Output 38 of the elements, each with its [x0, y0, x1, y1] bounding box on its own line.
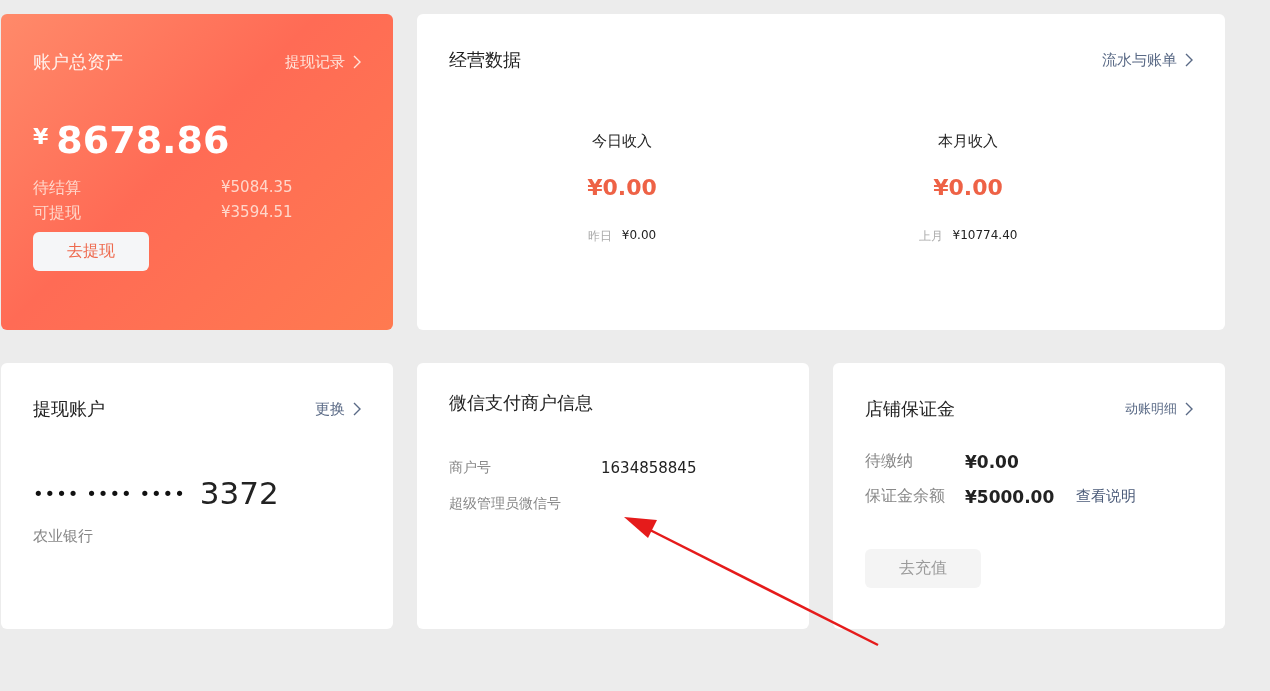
transactions-link[interactable]: 动账明细: [1125, 400, 1193, 418]
withdraw-button[interactable]: 去提现: [33, 232, 149, 271]
chevron-icon: [1185, 402, 1193, 416]
currency-symbol: ¥: [33, 124, 49, 149]
card-last-digits: 3372: [199, 475, 279, 511]
stat-value: ¥0.00: [933, 175, 1003, 200]
deposit-value: ¥5000.00: [965, 486, 1055, 507]
balance-label: 待结算: [33, 178, 82, 199]
info-value: 1634858845: [601, 459, 697, 477]
chevron-icon: [353, 402, 361, 416]
masked-card-number: •••• •••• ••••: [33, 482, 186, 504]
total-amount: 8678.86: [56, 118, 230, 162]
chevron-icon: [353, 55, 361, 69]
balance-value: ¥5084.35: [221, 178, 293, 198]
balance-value: ¥3594.51: [221, 203, 293, 223]
card-title: 经营数据: [449, 48, 521, 72]
card-title: 提现账户: [33, 397, 105, 421]
card-title: 账户总资产: [33, 50, 123, 74]
compare-label: 昨日: [587, 228, 612, 245]
card-title: 店铺保证金: [865, 397, 955, 421]
chevron-icon: [1185, 53, 1193, 67]
bank-name: 农业银行: [33, 527, 94, 546]
deposit-label: 待缴纳: [865, 451, 914, 472]
compare-value: ¥10774.40: [952, 228, 1018, 244]
info-label: 商户号: [449, 459, 492, 477]
balance-label: 可提现: [33, 203, 82, 224]
instructions-link[interactable]: 查看说明: [1076, 487, 1137, 506]
statement-link[interactable]: 流水与账单: [1102, 50, 1193, 70]
compare-label: 上月: [918, 228, 943, 245]
card-title: 微信支付商户信息: [449, 391, 593, 415]
stat-value: ¥0.00: [587, 175, 657, 200]
stat-label: 今日收入: [592, 132, 652, 151]
deposit-value: ¥0.00: [965, 451, 1019, 472]
stat-label: 本月收入: [938, 132, 998, 151]
deposit-label: 保证金余额: [865, 486, 946, 507]
info-label: 超级管理员微信号: [449, 495, 562, 513]
change-link[interactable]: 更换: [315, 399, 361, 419]
compare-value: ¥0.00: [621, 228, 657, 244]
